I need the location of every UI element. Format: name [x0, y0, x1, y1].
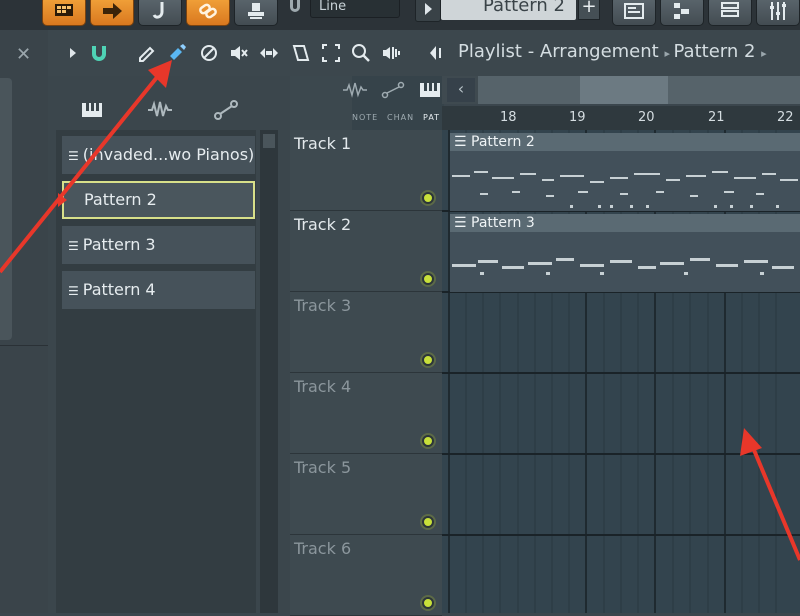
- pattern-icon: ☰: [454, 215, 472, 231]
- stamp-icon: [248, 3, 264, 19]
- track-header[interactable]: Track 3: [290, 292, 442, 373]
- track-name: Track 5: [294, 458, 352, 477]
- snap-select[interactable]: Line: [310, 0, 400, 18]
- add-pattern-button[interactable]: +: [578, 0, 600, 20]
- bar-number: 21: [708, 110, 725, 125]
- playlist-title-text: Playlist - Arrangement: [458, 41, 659, 62]
- play-icon: [425, 3, 432, 15]
- bar-number: 18: [500, 110, 517, 125]
- bar-number: 19: [569, 110, 586, 125]
- playlist-window-button[interactable]: [612, 0, 656, 26]
- select-tool-icon[interactable]: [320, 42, 342, 64]
- track-name: Track 4: [294, 377, 352, 396]
- track-enable-led[interactable]: [422, 273, 434, 285]
- pattern-clip[interactable]: ☰ Pattern 3: [450, 214, 800, 292]
- channel-rack-window-button[interactable]: [708, 0, 752, 26]
- pattern-icon: ☰: [454, 134, 472, 150]
- link-icon: [199, 3, 217, 19]
- link-button[interactable]: [186, 0, 230, 26]
- bar-number: 22: [777, 110, 794, 125]
- track-header[interactable]: Track 6: [290, 535, 442, 616]
- track-header[interactable]: Track 4: [290, 373, 442, 454]
- piano-roll-window-button[interactable]: [660, 0, 704, 26]
- playlist-title: Playlist - Arrangement ▸ Pattern 2 ▸: [458, 41, 767, 62]
- breadcrumb-arrow-icon: ▸: [761, 47, 767, 60]
- clip-title: ☰ Pattern 3: [450, 214, 800, 232]
- breadcrumb-pattern[interactable]: Pattern 2: [674, 41, 756, 62]
- mute-tool-icon[interactable]: [228, 42, 250, 64]
- annotation-arrow-down: [740, 428, 800, 561]
- clip-notes-preview: [452, 258, 794, 275]
- bar-number: 20: [638, 110, 655, 125]
- track-header[interactable]: Track 2: [290, 211, 442, 292]
- track-enable-led[interactable]: [422, 354, 434, 366]
- piano-roll-icon: [674, 3, 689, 19]
- mixer-window-button[interactable]: [756, 0, 800, 26]
- note-audio-icon[interactable]: [342, 80, 368, 100]
- picker-scrollbar[interactable]: [260, 130, 278, 613]
- channel-rack-icon: [721, 2, 739, 17]
- pat-label: PAT: [423, 113, 441, 122]
- arrow-right-icon: [103, 3, 122, 19]
- pattern-select[interactable]: Pattern 2: [441, 0, 576, 20]
- playlist-icon: [624, 3, 644, 19]
- grid-icon: [55, 4, 73, 16]
- speaker-icon[interactable]: [426, 42, 448, 64]
- track-enable-led[interactable]: [422, 597, 434, 609]
- clip-title: ☰ Pattern 2: [450, 133, 800, 151]
- play-arrow-button[interactable]: [90, 0, 134, 26]
- mixer-icon: [770, 2, 786, 20]
- track-header[interactable]: Track 1: [290, 130, 442, 211]
- note-label: NOTE: [352, 113, 379, 122]
- slice-tool-icon[interactable]: [290, 42, 312, 64]
- track-header[interactable]: Track 5: [290, 454, 442, 535]
- delete-tool-icon[interactable]: [198, 42, 220, 64]
- hook-icon: [152, 2, 164, 19]
- clip-notes-preview: [452, 171, 798, 208]
- pattern-play-button[interactable]: [415, 0, 441, 22]
- record-button[interactable]: [234, 0, 278, 26]
- snap-magnet-icon[interactable]: [288, 0, 302, 14]
- breadcrumb-arrow-icon: ▸: [664, 47, 674, 60]
- playback-tool-icon[interactable]: [380, 42, 402, 64]
- slip-tool-icon[interactable]: [258, 42, 280, 64]
- annotation-arrow-up: [0, 60, 172, 274]
- scroll-left-icon[interactable]: ‹: [447, 78, 475, 102]
- track-enable-led[interactable]: [422, 516, 434, 528]
- track-name: Track 2: [294, 215, 352, 234]
- overview-view-window[interactable]: [580, 76, 668, 104]
- channel-automation-icon[interactable]: [380, 80, 406, 100]
- browser-divider: [0, 345, 48, 346]
- pattern-clip[interactable]: ☰ Pattern 2: [450, 133, 800, 211]
- timeline-ruler[interactable]: [442, 106, 800, 131]
- zoom-tool-icon[interactable]: [350, 42, 372, 64]
- chan-label: CHAN: [387, 113, 415, 122]
- track-enable-led[interactable]: [422, 192, 434, 204]
- picker-scrollbar-thumb[interactable]: [263, 134, 275, 148]
- pattern-song-toggle-button[interactable]: [42, 0, 86, 26]
- pattern-icon: ☰: [68, 284, 79, 298]
- pattern-piano-icon[interactable]: [418, 80, 442, 100]
- picker-automation-icon[interactable]: [212, 98, 240, 122]
- metronome-button[interactable]: [138, 0, 182, 26]
- track-name: Track 1: [294, 134, 352, 153]
- track-name: Track 6: [294, 539, 352, 558]
- track-name: Track 3: [294, 296, 352, 315]
- track-enable-led[interactable]: [422, 435, 434, 447]
